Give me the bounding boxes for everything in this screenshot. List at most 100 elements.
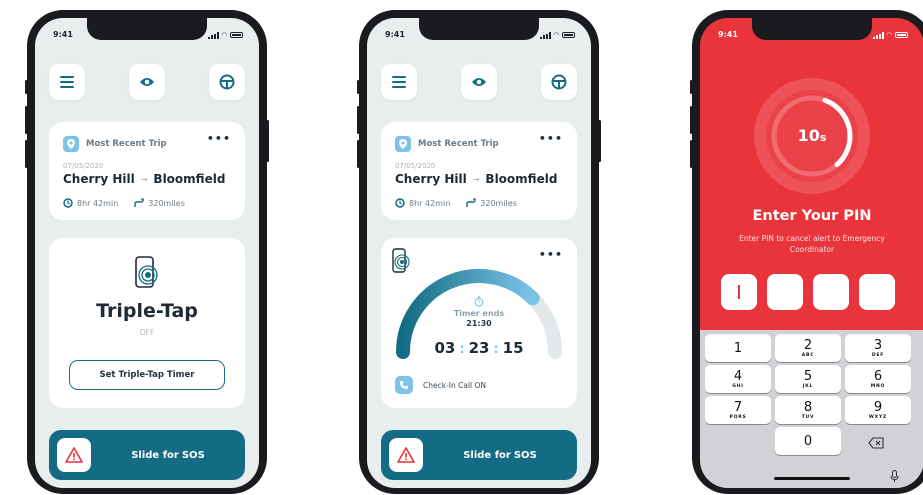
menu-button[interactable] [49, 64, 85, 100]
menu-button[interactable] [381, 64, 417, 100]
battery-icon [562, 32, 575, 38]
status-time: 9:41 [718, 30, 738, 39]
backspace-button[interactable] [868, 434, 888, 449]
view-button[interactable] [461, 64, 497, 100]
wifi-icon: ◠ [886, 31, 892, 39]
clock-icon [63, 198, 73, 208]
key-1[interactable]: 1 [705, 334, 771, 362]
notch [419, 18, 539, 40]
key-7[interactable]: 7 PQRS [705, 396, 771, 424]
dictation-button[interactable] [890, 468, 899, 487]
text-caret [738, 285, 740, 299]
key-9[interactable]: 9 WXYZ [845, 396, 911, 424]
feature-state: OFF [139, 328, 155, 337]
wifi-icon: ◠ [221, 31, 227, 39]
notch [752, 18, 872, 40]
more-options-button[interactable]: ••• [207, 132, 231, 145]
timer-ends-label: Timer ends [453, 309, 505, 318]
numeric-keypad: 1 2 ABC 3 DEF 4 GHI 5 JKL 6 MNO 7 PQRS 8 TUV 9W… [700, 330, 923, 488]
trip-duration: 8hr 42min [77, 198, 119, 208]
signal-icon [539, 31, 551, 39]
trip-date: 07/05/2020 [63, 162, 104, 170]
key-number: 2 [803, 337, 813, 353]
trip-destination: Bloomfield [485, 172, 558, 186]
key-4[interactable]: 4 GHI [705, 365, 771, 393]
phone-call-icon [395, 376, 413, 394]
trip-distance: 320miles [148, 198, 185, 208]
key-8[interactable]: 8 TUV [775, 396, 841, 424]
arrow-icon: → [140, 174, 148, 184]
key-number: 4 [733, 368, 743, 384]
countdown-minutes: 23 [468, 339, 490, 357]
trip-origin: Cherry Hill [63, 172, 135, 186]
countdown-seconds: 15 [502, 339, 524, 357]
key-letters: MNO [870, 383, 886, 389]
drive-button[interactable] [209, 64, 245, 100]
checkin-row[interactable]: Check-In Call ON [395, 376, 486, 394]
key-number: 9 [873, 399, 883, 415]
sos-slider[interactable]: Slide for SOS [49, 430, 245, 480]
key-3[interactable]: 3 DEF [845, 334, 911, 362]
status-time: 9:41 [385, 30, 405, 39]
countdown-ring: 10s [752, 76, 872, 196]
trip-duration: 8hr 42min [409, 198, 451, 208]
more-options-button[interactable]: ••• [539, 132, 563, 145]
view-button[interactable] [129, 64, 165, 100]
slider-handle[interactable] [57, 438, 91, 472]
route-icon [134, 198, 144, 207]
pin-title: Enter Your PIN [752, 208, 872, 224]
key-letters: GHI [732, 383, 744, 389]
backspace-icon [868, 437, 884, 449]
pin-digit-4[interactable] [859, 274, 895, 310]
key-letters: JKL [802, 383, 814, 389]
sos-label-prefix: Slide for [463, 449, 511, 461]
pin-digit-3[interactable] [813, 274, 849, 310]
clock-icon [395, 198, 405, 208]
countdown-label: 10s [752, 126, 872, 145]
sos-slider[interactable]: Slide for SOS [381, 430, 577, 480]
signal-icon [207, 31, 219, 39]
key-number: 3 [873, 337, 883, 353]
pin-digit-2[interactable] [767, 274, 803, 310]
timer-options-button[interactable]: ••• [539, 248, 563, 261]
trip-destination: Bloomfield [153, 172, 226, 186]
drive-button[interactable] [541, 64, 577, 100]
key-letters: WXYZ [868, 414, 888, 420]
key-number: 0 [803, 433, 813, 449]
recent-trip-card[interactable]: Most Recent Trip ••• 07/05/2020 Cherry H… [49, 122, 245, 220]
checkin-label: Check-In Call ON [423, 380, 487, 390]
steering-wheel-icon [219, 74, 235, 90]
key-number: 6 [873, 368, 883, 384]
key-letters: TUV [801, 414, 815, 420]
key-6[interactable]: 6 MNO [845, 365, 911, 393]
phone-tap-icon [135, 256, 158, 288]
set-timer-button[interactable]: Set Triple-Tap Timer [69, 360, 225, 390]
key-0[interactable]: 0 [775, 427, 841, 455]
triple-tap-card: Triple-Tap OFF Set Triple-Tap Timer [49, 238, 245, 408]
countdown-hours: 03 [434, 339, 456, 357]
key-2[interactable]: 2 ABC [775, 334, 841, 362]
phone-frame-3: 9:41 ◠ 10s Enter Your PIN Enter PIN to c… [690, 10, 923, 494]
stopwatch-icon [474, 296, 484, 307]
status-time: 9:41 [53, 30, 73, 39]
screen-home: 9:41 ◠ Most Recent Trip ••• 07/05/2020 C… [35, 18, 259, 488]
key-5[interactable]: 5 JKL [775, 365, 841, 393]
menu-icon [60, 76, 74, 88]
microphone-icon [890, 470, 899, 482]
key-letters: PQRS [729, 414, 747, 420]
key-number: 5 [803, 368, 813, 384]
countdown-value: 10 [797, 126, 820, 145]
home-indicator [774, 477, 850, 480]
timer-card: ••• Timer ends 21:30 03:23:15 Check-In C… [381, 238, 577, 408]
signal-icon [872, 31, 884, 39]
menu-icon [392, 76, 406, 88]
recent-trip-card[interactable]: Most Recent Trip ••• 07/05/2020 Cherry H… [381, 122, 577, 220]
screen-enter-pin: 9:41 ◠ 10s Enter Your PIN Enter PIN to c… [700, 18, 923, 488]
slider-handle[interactable] [389, 438, 423, 472]
location-pin-icon [63, 136, 79, 152]
pin-digit-1[interactable] [721, 274, 757, 310]
screen-timer: 9:41 ◠ Most Recent Trip ••• 07/05/2020 C… [367, 18, 591, 488]
arrow-icon: → [472, 174, 480, 184]
sos-label-bold: SOS [513, 449, 537, 461]
sos-label-bold: SOS [181, 449, 205, 461]
